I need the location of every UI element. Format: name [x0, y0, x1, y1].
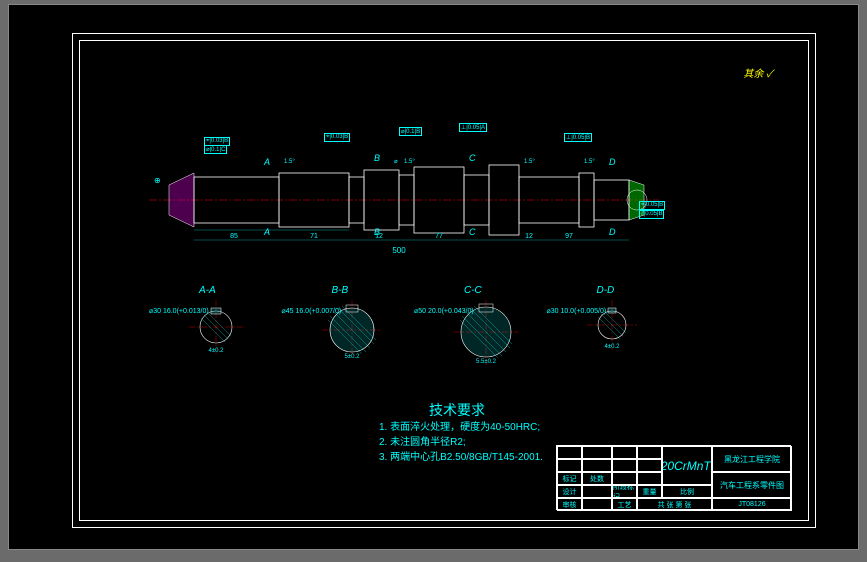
fcf-6: ⊥|0.05|B	[564, 133, 592, 142]
tb-cell	[582, 485, 612, 498]
tech-req-3: 3. 两端中心孔B2.50/8GB/T145-2001.	[379, 450, 543, 465]
tb-cell	[612, 472, 637, 485]
section-callout-a: ⌀30 16.0(+0.013/0)	[149, 307, 209, 315]
svg-text:500: 500	[392, 246, 406, 255]
section-callout-b: ⌀45 16.0(+0.007/0)	[282, 307, 342, 315]
cad-viewport[interactable]: 其余 ✓ ⊕	[8, 4, 859, 550]
section-callout-c: ⌀50 20.0(+0.043/0)	[414, 307, 474, 315]
svg-text:A: A	[263, 157, 270, 167]
tb-label: 标记	[557, 472, 582, 485]
svg-text:C: C	[469, 153, 476, 163]
section-label-d: D-D	[597, 285, 615, 296]
svg-text:1.5°: 1.5°	[404, 159, 415, 165]
section-label-b: B-B	[332, 285, 349, 296]
svg-text:D: D	[609, 157, 616, 167]
tb-cell	[582, 446, 612, 459]
tb-cell	[557, 459, 582, 472]
tech-req-1: 1. 表面淬火处理，硬度为40-50HRC;	[379, 420, 543, 435]
section-c-c: C-C 5.5±0.2 ⌀50 20.0(+0.043/0)	[424, 285, 527, 385]
section-callout-d: ⌀30 10.0(+0.005/0)	[547, 307, 607, 315]
section-d-d: D-D 4±0.2 ⌀30 10.0(+0.005/0)	[557, 285, 660, 385]
tb-drawing-number: JT08126	[712, 498, 792, 511]
tb-label: 比例	[662, 485, 712, 498]
tb-cell	[582, 498, 612, 511]
svg-text:C: C	[469, 227, 476, 237]
svg-text:5.5±0.2: 5.5±0.2	[476, 359, 497, 365]
section-label-a: A-A	[199, 285, 216, 296]
tb-cell	[557, 446, 582, 459]
tb-label: 审核	[557, 498, 582, 511]
svg-text:4±0.2: 4±0.2	[604, 344, 620, 350]
tb-cell	[637, 459, 662, 472]
svg-text:B: B	[374, 227, 380, 237]
tech-requirements-title: 技术要求	[429, 400, 485, 420]
tb-school: 黑龙江工程学院	[712, 446, 792, 472]
svg-text:77: 77	[435, 233, 443, 240]
tb-subject: 汽车工程系零件图	[712, 472, 792, 498]
fcf-4: ⌀|0.1|B	[399, 127, 422, 136]
tb-label: 重量	[637, 485, 662, 498]
tb-cell	[612, 459, 637, 472]
svg-text:97: 97	[565, 233, 573, 240]
section-b-b: B-B 5±0.2 ⌀45 16.0(+0.007/0)	[292, 285, 395, 385]
tb-cell	[612, 446, 637, 459]
svg-text:71: 71	[310, 233, 318, 240]
svg-text:B: B	[374, 153, 380, 163]
tb-cell	[637, 446, 662, 459]
tb-cell	[637, 472, 662, 485]
section-views-row: A-A 4±0.2 ⌀30 16.0(+0.013/0) B-B 5±0.2	[159, 285, 659, 385]
fcf-3: ⌖|0.03|B	[324, 133, 350, 142]
fcf-5: ⊥|0.05|A	[459, 123, 487, 132]
fcf-8: ⫽|0.05|B	[639, 210, 664, 219]
svg-text:85: 85	[230, 233, 238, 240]
svg-text:5±0.2: 5±0.2	[344, 354, 360, 360]
title-block: 20CrMnTi 黑龙江工程学院 标记 处数 汽车工程系零件图 设计 阶段标记 …	[556, 445, 791, 510]
svg-text:4±0.2: 4±0.2	[209, 348, 225, 354]
tb-cell	[582, 459, 612, 472]
tech-requirements-list: 1. 表面淬火处理，硬度为40-50HRC; 2. 未注圆角半径R2; 3. 两…	[379, 420, 543, 465]
fcf-2: ⌀|0.1|C	[204, 145, 227, 154]
section-a-a: A-A 4±0.2 ⌀30 16.0(+0.013/0)	[159, 285, 262, 385]
surface-finish-note: 其余 ✓	[743, 65, 773, 80]
svg-text:1.5°: 1.5°	[284, 159, 295, 165]
section-label-c: C-C	[464, 285, 482, 296]
shaft-main-view: ⊕ 500 85 71 12	[149, 135, 659, 265]
tech-req-2: 2. 未注圆角半径R2;	[379, 435, 543, 450]
svg-text:1.5°: 1.5°	[524, 159, 535, 165]
fcf-7: ⌖|0.05|B	[639, 201, 665, 210]
svg-text:1.5°: 1.5°	[584, 159, 595, 165]
svg-text:⌀: ⌀	[394, 159, 398, 165]
svg-text:D: D	[609, 227, 616, 237]
tb-label: 设计	[557, 485, 582, 498]
svg-text:12: 12	[525, 233, 533, 240]
tb-label: 处数	[582, 472, 612, 485]
svg-text:A: A	[263, 227, 270, 237]
tb-material: 20CrMnTi	[662, 446, 712, 485]
tb-share: 共 张 第 张	[637, 498, 712, 511]
svg-text:⊕: ⊕	[154, 176, 161, 185]
tb-label: 阶段标记	[612, 485, 637, 498]
tb-label: 工艺	[612, 498, 637, 511]
